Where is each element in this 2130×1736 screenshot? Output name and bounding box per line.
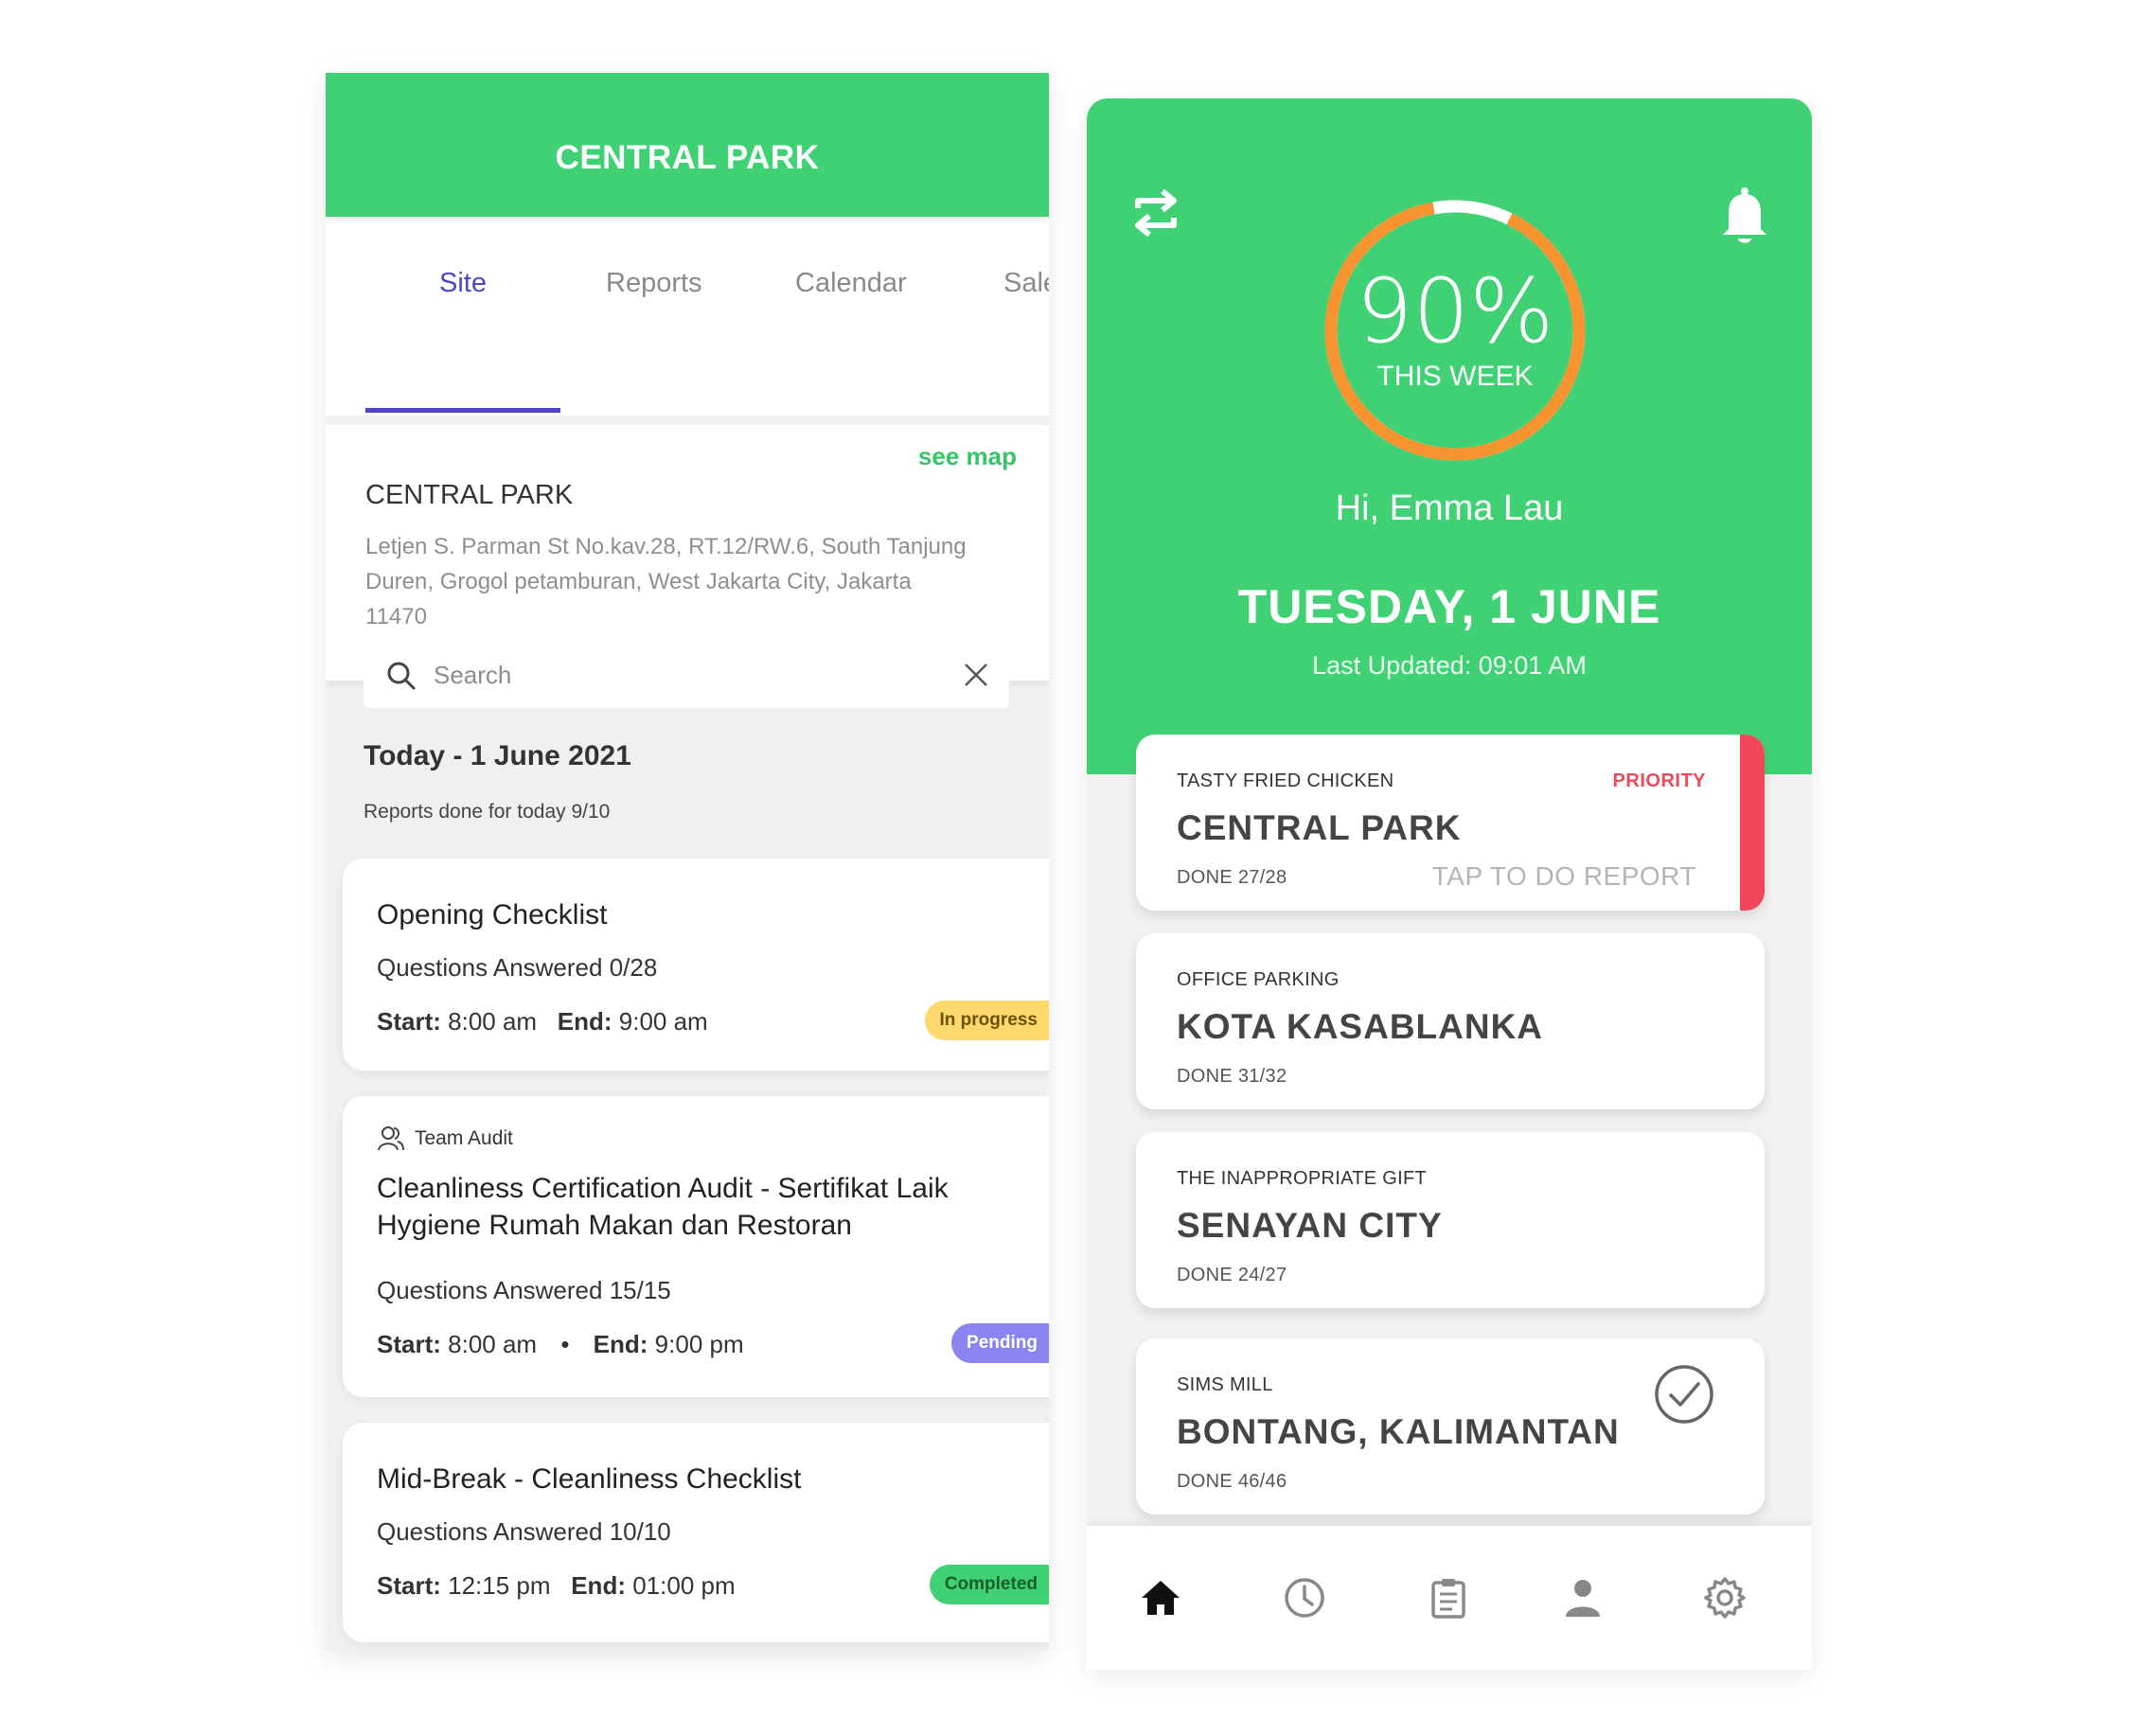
end-time: 9:00 am <box>618 1007 708 1036</box>
clock-icon[interactable] <box>1282 1575 1327 1621</box>
tab-calendar[interactable]: Calendar <box>795 268 907 299</box>
check-circle-icon <box>1655 1365 1713 1424</box>
report-times: Start: 8:00 am End: 9:00 am <box>377 1007 708 1036</box>
site-card-senayan-city[interactable]: THE INAPPROPRIATE GIFT SENAYAN CITY DONE… <box>1136 1132 1765 1308</box>
start-label: Start: <box>377 1330 441 1358</box>
site-card-central-park[interactable]: TASTY FRIED CHICKEN CENTRAL PARK DONE 27… <box>1136 735 1765 911</box>
search-bar[interactable]: Search <box>364 644 1009 708</box>
site-name: KOTA KASABLANKA <box>1177 1007 1544 1046</box>
site-address: Letjen S. Parman St No.kav.28, RT.12/RW.… <box>365 534 967 629</box>
site-name: BONTANG, KALIMANTAN <box>1177 1412 1620 1451</box>
user-icon[interactable] <box>1560 1575 1606 1621</box>
start-label: Start: <box>377 1007 441 1036</box>
tab-reports[interactable]: Reports <box>606 268 702 299</box>
report-times: Start: 12:15 pm End: 01:00 pm <box>377 1571 736 1601</box>
tab-bar: Site Reports Calendar Sale <box>326 217 1049 416</box>
done-count: DONE 24/27 <box>1177 1265 1287 1285</box>
priority-badge: PRIORITY <box>1612 771 1706 791</box>
bottom-nav <box>1087 1526 1812 1670</box>
dashboard-panel: 90% THIS WEEK Hi, Emma Lau TUESDAY, 1 JU… <box>1087 98 1812 1670</box>
search-icon <box>387 662 416 690</box>
status-badge: Pending <box>951 1323 1049 1363</box>
site-name: SENAYAN CITY <box>1177 1206 1443 1245</box>
questions-answered: Questions Answered 0/28 <box>377 953 658 982</box>
status-badge: Completed <box>929 1565 1049 1604</box>
end-label: End: <box>593 1330 648 1358</box>
end-time: 9:00 pm <box>654 1330 744 1358</box>
greeting: Hi, Emma Lau <box>1335 488 1564 528</box>
start-label: Start: <box>377 1571 441 1600</box>
close-icon[interactable] <box>960 659 992 691</box>
questions-answered: Questions Answered 15/15 <box>377 1276 671 1304</box>
last-updated: Last Updated: 09:01 AM <box>1312 651 1587 680</box>
tab-active-indicator <box>365 408 560 413</box>
tap-to-do-report-button[interactable]: TAP TO DO REPORT <box>1432 861 1696 892</box>
progress-label: THIS WEEK <box>1376 361 1534 392</box>
search-input[interactable]: Search <box>434 661 511 690</box>
date-heading: TUESDAY, 1 JUNE <box>1237 580 1661 633</box>
home-icon[interactable] <box>1138 1575 1183 1621</box>
done-count: DONE 46/46 <box>1177 1471 1287 1492</box>
site-name: CENTRAL PARK <box>365 480 574 510</box>
report-title: Opening Checklist <box>377 899 608 930</box>
progress-percent: 90% <box>1356 260 1554 363</box>
reports-done-count: Reports done for today 9/10 <box>364 801 611 823</box>
end-time: 01:00 pm <box>632 1571 736 1600</box>
swap-icon[interactable] <box>1132 186 1180 240</box>
bell-icon[interactable] <box>1719 186 1770 248</box>
clipboard-icon[interactable] <box>1426 1575 1471 1621</box>
site-info-card: see map CENTRAL PARK Letjen S. Parman St… <box>326 425 1049 681</box>
tab-sale[interactable]: Sale <box>1003 268 1049 299</box>
questions-answered: Questions Answered 10/10 <box>377 1517 671 1546</box>
tab-site[interactable]: Site <box>439 268 487 299</box>
team-audit-tag: Team Audit <box>377 1125 513 1153</box>
report-title: Cleanliness Certification Audit - Sertif… <box>377 1173 949 1241</box>
start-time: 8:00 am <box>448 1330 538 1358</box>
site-panel: CENTRAL PARK Site Reports Calendar Sale … <box>326 73 1049 1650</box>
page-title: CENTRAL PARK <box>555 139 820 176</box>
report-card[interactable]: Team Audit Cleanliness Certification Aud… <box>343 1096 1049 1397</box>
team-audit-label: Team Audit <box>415 1127 513 1149</box>
priority-indicator <box>1740 735 1765 911</box>
site-card-kota-kasablanka[interactable]: OFFICE PARKING KOTA KASABLANKA DONE 31/3… <box>1136 933 1765 1109</box>
report-times: Start: 8:00 am • End: 9:00 pm <box>377 1330 744 1359</box>
status-badge: In progress <box>924 1001 1049 1040</box>
gear-icon[interactable] <box>1702 1575 1748 1621</box>
end-label: End: <box>571 1571 626 1600</box>
report-card[interactable]: Mid-Break - Cleanliness Checklist Questi… <box>343 1423 1049 1642</box>
site-card-bontang[interactable]: SIMS MILL BONTANG, KALIMANTAN DONE 46/46 <box>1136 1338 1765 1515</box>
team-icon <box>378 1126 404 1151</box>
start-time: 8:00 am <box>448 1007 538 1036</box>
today-heading: Today - 1 June 2021 <box>364 740 631 771</box>
client-name: OFFICE PARKING <box>1177 969 1340 990</box>
report-title: Mid-Break - Cleanliness Checklist <box>377 1463 802 1495</box>
see-map-link[interactable]: see map <box>918 442 1017 471</box>
site-name: CENTRAL PARK <box>1177 808 1462 847</box>
separator-dot: • <box>560 1330 570 1358</box>
report-card[interactable]: Opening Checklist Questions Answered 0/2… <box>343 859 1049 1071</box>
client-name: TASTY FRIED CHICKEN <box>1177 771 1394 791</box>
client-name: THE INAPPROPRIATE GIFT <box>1177 1168 1428 1189</box>
site-header: CENTRAL PARK <box>326 73 1049 217</box>
done-count: DONE 27/28 <box>1177 867 1287 888</box>
done-count: DONE 31/32 <box>1177 1066 1287 1087</box>
end-label: End: <box>557 1007 612 1036</box>
start-time: 12:15 pm <box>448 1571 551 1600</box>
client-name: SIMS MILL <box>1177 1374 1273 1395</box>
